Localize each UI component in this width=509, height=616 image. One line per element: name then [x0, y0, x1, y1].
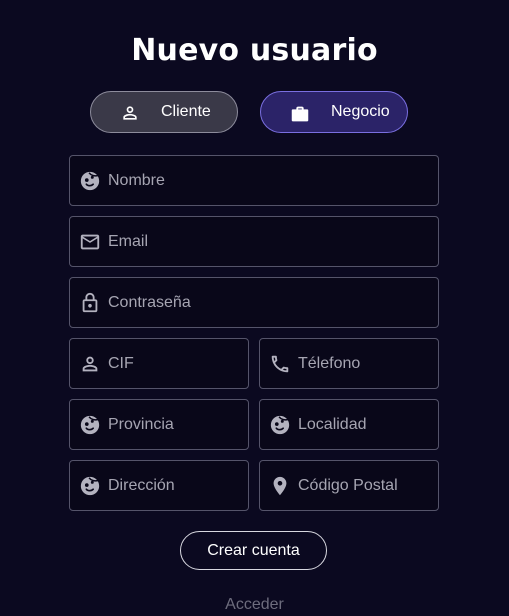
- login-link[interactable]: Acceder: [0, 595, 509, 615]
- address-input[interactable]: [108, 461, 240, 510]
- locality-field[interactable]: [259, 399, 439, 450]
- person-icon: [79, 353, 101, 375]
- location-pin-icon: [269, 475, 291, 497]
- email-field[interactable]: [69, 216, 439, 267]
- email-input[interactable]: [108, 217, 430, 266]
- phone-icon: [269, 353, 291, 375]
- cif-field[interactable]: [69, 338, 249, 389]
- province-field[interactable]: [69, 399, 249, 450]
- page-title: Nuevo usuario: [131, 33, 378, 68]
- password-field[interactable]: [69, 277, 439, 328]
- phone-input[interactable]: [298, 339, 430, 388]
- locality-input[interactable]: [298, 400, 430, 449]
- account-type-business-label: Negocio: [331, 103, 390, 120]
- person-icon: [120, 103, 140, 123]
- password-input[interactable]: [108, 278, 430, 327]
- face-icon: [269, 414, 291, 436]
- address-field[interactable]: [69, 460, 249, 511]
- face-icon: [79, 170, 101, 192]
- face-icon: [79, 414, 101, 436]
- mail-icon: [79, 231, 101, 253]
- province-input[interactable]: [108, 400, 240, 449]
- create-account-button[interactable]: Crear cuenta: [180, 531, 327, 570]
- name-field[interactable]: [69, 155, 439, 206]
- name-input[interactable]: [108, 156, 430, 205]
- phone-field[interactable]: [259, 338, 439, 389]
- lock-icon: [79, 292, 101, 314]
- account-type-client-label: Cliente: [161, 103, 211, 120]
- postal-code-input[interactable]: [298, 461, 430, 510]
- register-page: Nuevo usuario Cliente Negocio Nombre Ema…: [0, 0, 509, 616]
- account-type-client-button[interactable]: Cliente: [90, 91, 238, 133]
- face-icon: [79, 475, 101, 497]
- postal-code-field[interactable]: [259, 460, 439, 511]
- account-type-business-button[interactable]: Negocio: [260, 91, 408, 133]
- briefcase-icon: [289, 103, 309, 123]
- cif-input[interactable]: [108, 339, 240, 388]
